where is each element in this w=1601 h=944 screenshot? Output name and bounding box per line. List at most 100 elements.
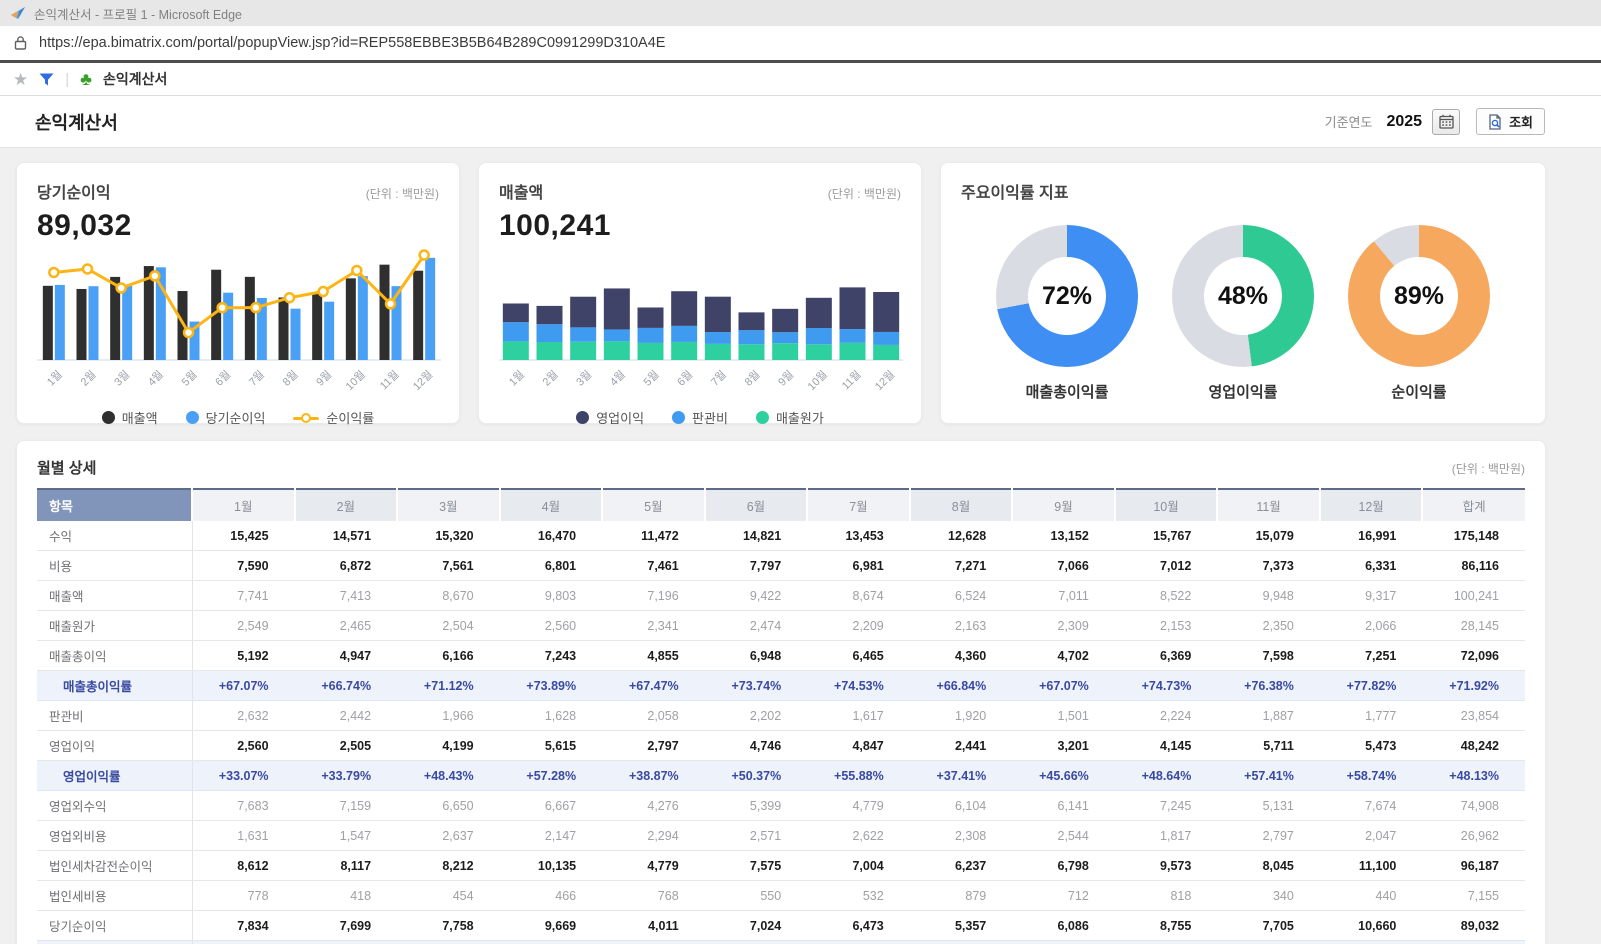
value-cell: 5,192 (192, 641, 295, 671)
url-text[interactable]: https://epa.bimatrix.com/portal/popupVie… (39, 35, 665, 51)
stacked-bar-segment (840, 343, 866, 360)
value-cell: 7,674 (1320, 791, 1423, 821)
value-cell: 15,079 (1217, 521, 1320, 551)
row-label: 매출총이익률 (37, 671, 192, 701)
value-cell: 2,066 (1320, 611, 1423, 641)
base-year-value[interactable]: 2025 (1386, 113, 1422, 131)
column-header-month: 5월 (602, 489, 705, 521)
value-cell: 340 (1217, 881, 1320, 911)
value-cell: 2,637 (397, 821, 500, 851)
value-cell: 418 (295, 881, 398, 911)
value-cell: 8,612 (192, 851, 295, 881)
table-row: 당기순이익7,8347,6997,7589,6694,0117,0246,473… (37, 911, 1525, 941)
donut-percent-value: 48% (1218, 282, 1268, 311)
value-cell: 2,341 (602, 611, 705, 641)
value-cell: +77.46% (1217, 941, 1320, 944)
column-header-month: 4월 (500, 489, 603, 521)
revenue-value: 100,241 (499, 209, 901, 243)
line-marker (352, 266, 361, 275)
value-cell: 4,855 (602, 641, 705, 671)
value-cell: 2,209 (807, 611, 910, 641)
stacked-bar-segment (840, 287, 866, 329)
value-cell: +74.73% (1115, 671, 1218, 701)
value-cell: +102.73% (1115, 941, 1218, 944)
bookmark-item[interactable]: 손익계산서 (103, 69, 167, 89)
legend-item-bar[interactable]: 매출원가 (756, 408, 824, 427)
value-cell: 7,699 (295, 911, 398, 941)
value-cell: +82.12% (910, 941, 1013, 944)
total-cell: 96,187 (1422, 851, 1525, 881)
revenue-card: 매출액 (단위 : 백만원) 100,241 1월2월3월4월5월6월7월8월9… (478, 162, 922, 424)
value-cell: 6,237 (910, 851, 1013, 881)
x-axis-label: 6월 (213, 368, 234, 389)
value-cell: 2,309 (1012, 611, 1115, 641)
legend-item-bar[interactable]: 당기순이익 (186, 408, 266, 427)
value-cell: 14,821 (705, 521, 808, 551)
line-marker (386, 299, 395, 308)
star-icon[interactable]: ★ (13, 71, 28, 88)
total-cell: 48,242 (1422, 731, 1525, 761)
stacked-bar-segment (604, 288, 630, 329)
donut-gauges: 72%매출총이익률48%영업이익률89%순이익률 (961, 225, 1525, 402)
header-controls: 기준연도 2025 조회 (1325, 108, 1545, 135)
donut-hole: 72% (1028, 257, 1106, 335)
column-header-month: 7월 (807, 489, 910, 521)
value-cell: +66.84% (910, 671, 1013, 701)
value-cell: +73.74% (705, 671, 808, 701)
value-cell: 4,746 (705, 731, 808, 761)
value-cell: +98.63% (500, 941, 603, 944)
value-cell: 2,465 (295, 611, 398, 641)
value-cell: 4,145 (1115, 731, 1218, 761)
value-cell: +67.07% (192, 671, 295, 701)
total-cell: 7,155 (1422, 881, 1525, 911)
value-cell: +77.82% (1320, 671, 1423, 701)
value-cell: 5,473 (1320, 731, 1423, 761)
value-cell: 2,047 (1320, 821, 1423, 851)
row-label: 매출총이익 (37, 641, 192, 671)
legend-item-bar[interactable]: 영업이익 (576, 408, 644, 427)
stacked-bar-segment (604, 329, 630, 341)
value-cell: 1,887 (1217, 701, 1320, 731)
url-bar[interactable]: https://epa.bimatrix.com/portal/popupVie… (0, 26, 1601, 63)
total-cell: 28,145 (1422, 611, 1525, 641)
value-cell: 5,131 (1217, 791, 1320, 821)
value-cell: 2,797 (602, 731, 705, 761)
stacked-bar-segment (503, 322, 529, 341)
value-cell: 2,474 (705, 611, 808, 641)
search-button-label: 조회 (1509, 112, 1533, 131)
dot-legend-marker (102, 411, 115, 424)
row-label: 매출원가 (37, 611, 192, 641)
table-row: 매출액7,7417,4138,6709,8037,1969,4228,6746,… (37, 581, 1525, 611)
funnel-icon[interactable] (39, 73, 54, 86)
row-label: 영업외비용 (37, 821, 192, 851)
value-cell: 15,320 (397, 521, 500, 551)
search-button[interactable]: 조회 (1476, 108, 1545, 135)
legend-item-bar[interactable]: 판관비 (672, 408, 728, 427)
site-logo-icon: ♣ (80, 70, 92, 88)
legend-label: 판관비 (692, 408, 728, 427)
value-cell: 16,470 (500, 521, 603, 551)
legend-item-rate[interactable]: 순이익률 (293, 408, 374, 427)
stacked-bar-segment (772, 343, 798, 360)
x-axis-label: 9월 (776, 368, 797, 389)
base-year-label: 기준연도 (1325, 112, 1373, 131)
value-cell: 778 (192, 881, 295, 911)
stacked-bar-segment (638, 307, 664, 327)
value-cell: +101.20% (192, 941, 295, 944)
legend-item-bar[interactable]: 매출액 (102, 408, 158, 427)
value-cell: +57.28% (500, 761, 603, 791)
stacked-bar-segment (806, 328, 832, 344)
legend-label: 순이익률 (326, 408, 374, 427)
legend-label: 영업이익 (596, 408, 644, 427)
value-cell: 6,948 (705, 641, 808, 671)
value-cell: +74.62% (807, 941, 910, 944)
table-row: 법인세차감전순이익8,6128,1178,21210,1354,7797,575… (37, 851, 1525, 881)
profit-ratios-card-title: 주요이익률 지표 (961, 179, 1069, 203)
bar-sales (279, 297, 289, 360)
value-cell: 1,777 (1320, 701, 1423, 731)
value-cell: 6,650 (397, 791, 500, 821)
calendar-button[interactable] (1432, 109, 1460, 135)
line-marker (49, 268, 58, 277)
value-cell: 7,373 (1217, 551, 1320, 581)
stacked-bar-segment (537, 324, 563, 342)
